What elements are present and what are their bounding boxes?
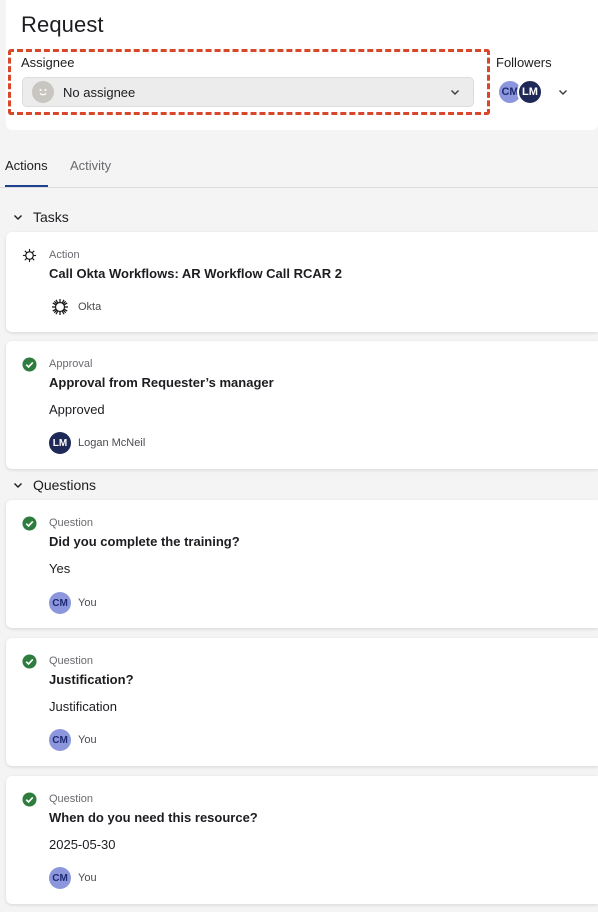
question-card[interactable]: Question Justification? Justification CM… <box>6 638 598 766</box>
unassigned-avatar-icon <box>32 81 54 103</box>
card-title: Call Okta Workflows: AR Workflow Call RC… <box>49 266 343 281</box>
assignee-label: Assignee <box>21 55 75 70</box>
card-foot-name: Okta <box>78 301 102 313</box>
card-footer: Okta <box>49 298 101 316</box>
task-card[interactable]: Action Call Okta Workflows: AR Workflow … <box>6 232 598 332</box>
chevron-down-icon <box>14 483 22 488</box>
tab-activity[interactable]: Activity <box>70 158 111 185</box>
card-foot-name: You <box>78 597 97 609</box>
card-foot-name: Logan McNeil <box>78 437 146 449</box>
page-title: Request <box>21 12 104 37</box>
card-answer: Yes <box>49 561 71 576</box>
card-kind: Action <box>49 249 80 261</box>
okta-icon <box>52 299 68 315</box>
check-circle-icon <box>22 357 37 372</box>
assignee-select[interactable]: No assignee <box>22 77 474 107</box>
card-answer: Justification <box>49 699 117 714</box>
followers-group[interactable]: CM LM <box>497 79 569 105</box>
assignee-value: No assignee <box>63 84 136 100</box>
card-foot-name: You <box>78 872 97 884</box>
card-kind: Question <box>49 517 94 529</box>
check-circle-icon <box>22 654 37 669</box>
avatar: LM <box>49 432 71 454</box>
card-kind: Question <box>49 793 94 805</box>
section-label: Tasks <box>33 209 69 225</box>
card-answer: Approved <box>49 402 105 417</box>
followers-label: Followers <box>496 55 552 70</box>
task-card[interactable]: Approval Approval from Requester’s manag… <box>6 341 598 469</box>
check-circle-icon <box>22 792 37 807</box>
question-card[interactable]: Question Did you complete the training? … <box>6 500 598 628</box>
avatar: CM <box>49 592 71 614</box>
tab-actions[interactable]: Actions <box>5 158 48 187</box>
card-title: Justification? <box>49 672 134 687</box>
gear-icon <box>22 248 37 263</box>
tasks-section-toggle[interactable]: Tasks <box>12 209 69 225</box>
chevron-down-icon[interactable] <box>557 86 569 98</box>
question-card[interactable]: Question When do you need this resource?… <box>6 776 598 904</box>
tab-bar: Actions Activity <box>0 146 598 188</box>
avatar: LM <box>517 79 543 105</box>
avatar: CM <box>49 867 71 889</box>
card-footer: LM Logan McNeil <box>49 432 145 454</box>
section-label: Questions <box>33 477 97 493</box>
card-foot-name: You <box>78 734 97 746</box>
card-answer: 2025-05-30 <box>49 837 116 852</box>
avatar: CM <box>49 729 71 751</box>
card-footer: CM You <box>49 729 97 751</box>
card-footer: CM You <box>49 592 97 614</box>
chevron-down-icon <box>14 215 22 220</box>
card-footer: CM You <box>49 867 97 889</box>
card-kind: Question <box>49 655 94 667</box>
questions-section-toggle[interactable]: Questions <box>12 477 96 493</box>
chevron-down-icon <box>451 90 459 95</box>
card-title: Approval from Requester’s manager <box>49 375 274 390</box>
check-circle-icon <box>22 516 37 531</box>
card-title: Did you complete the training? <box>49 534 240 549</box>
card-kind: Approval <box>49 358 93 370</box>
card-title: When do you need this resource? <box>49 810 258 825</box>
